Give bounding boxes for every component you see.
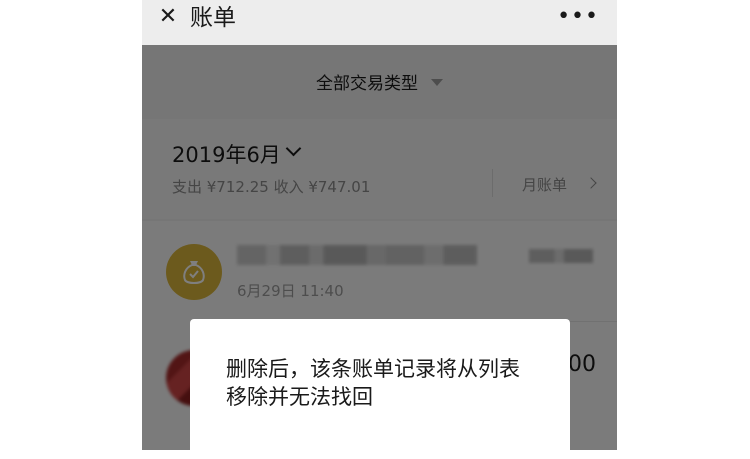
close-icon[interactable]: ✕ bbox=[157, 6, 179, 28]
delete-confirm-dialog: 删除后，该条账单记录将从列表移除并无法找回 bbox=[190, 319, 570, 459]
page-title: 账单 bbox=[190, 5, 236, 31]
top-bar: ✕ 账单 ••• bbox=[142, 0, 617, 45]
more-options-icon[interactable]: ••• bbox=[557, 6, 599, 28]
dialog-message: 删除后，该条账单记录将从列表移除并无法找回 bbox=[226, 357, 520, 409]
